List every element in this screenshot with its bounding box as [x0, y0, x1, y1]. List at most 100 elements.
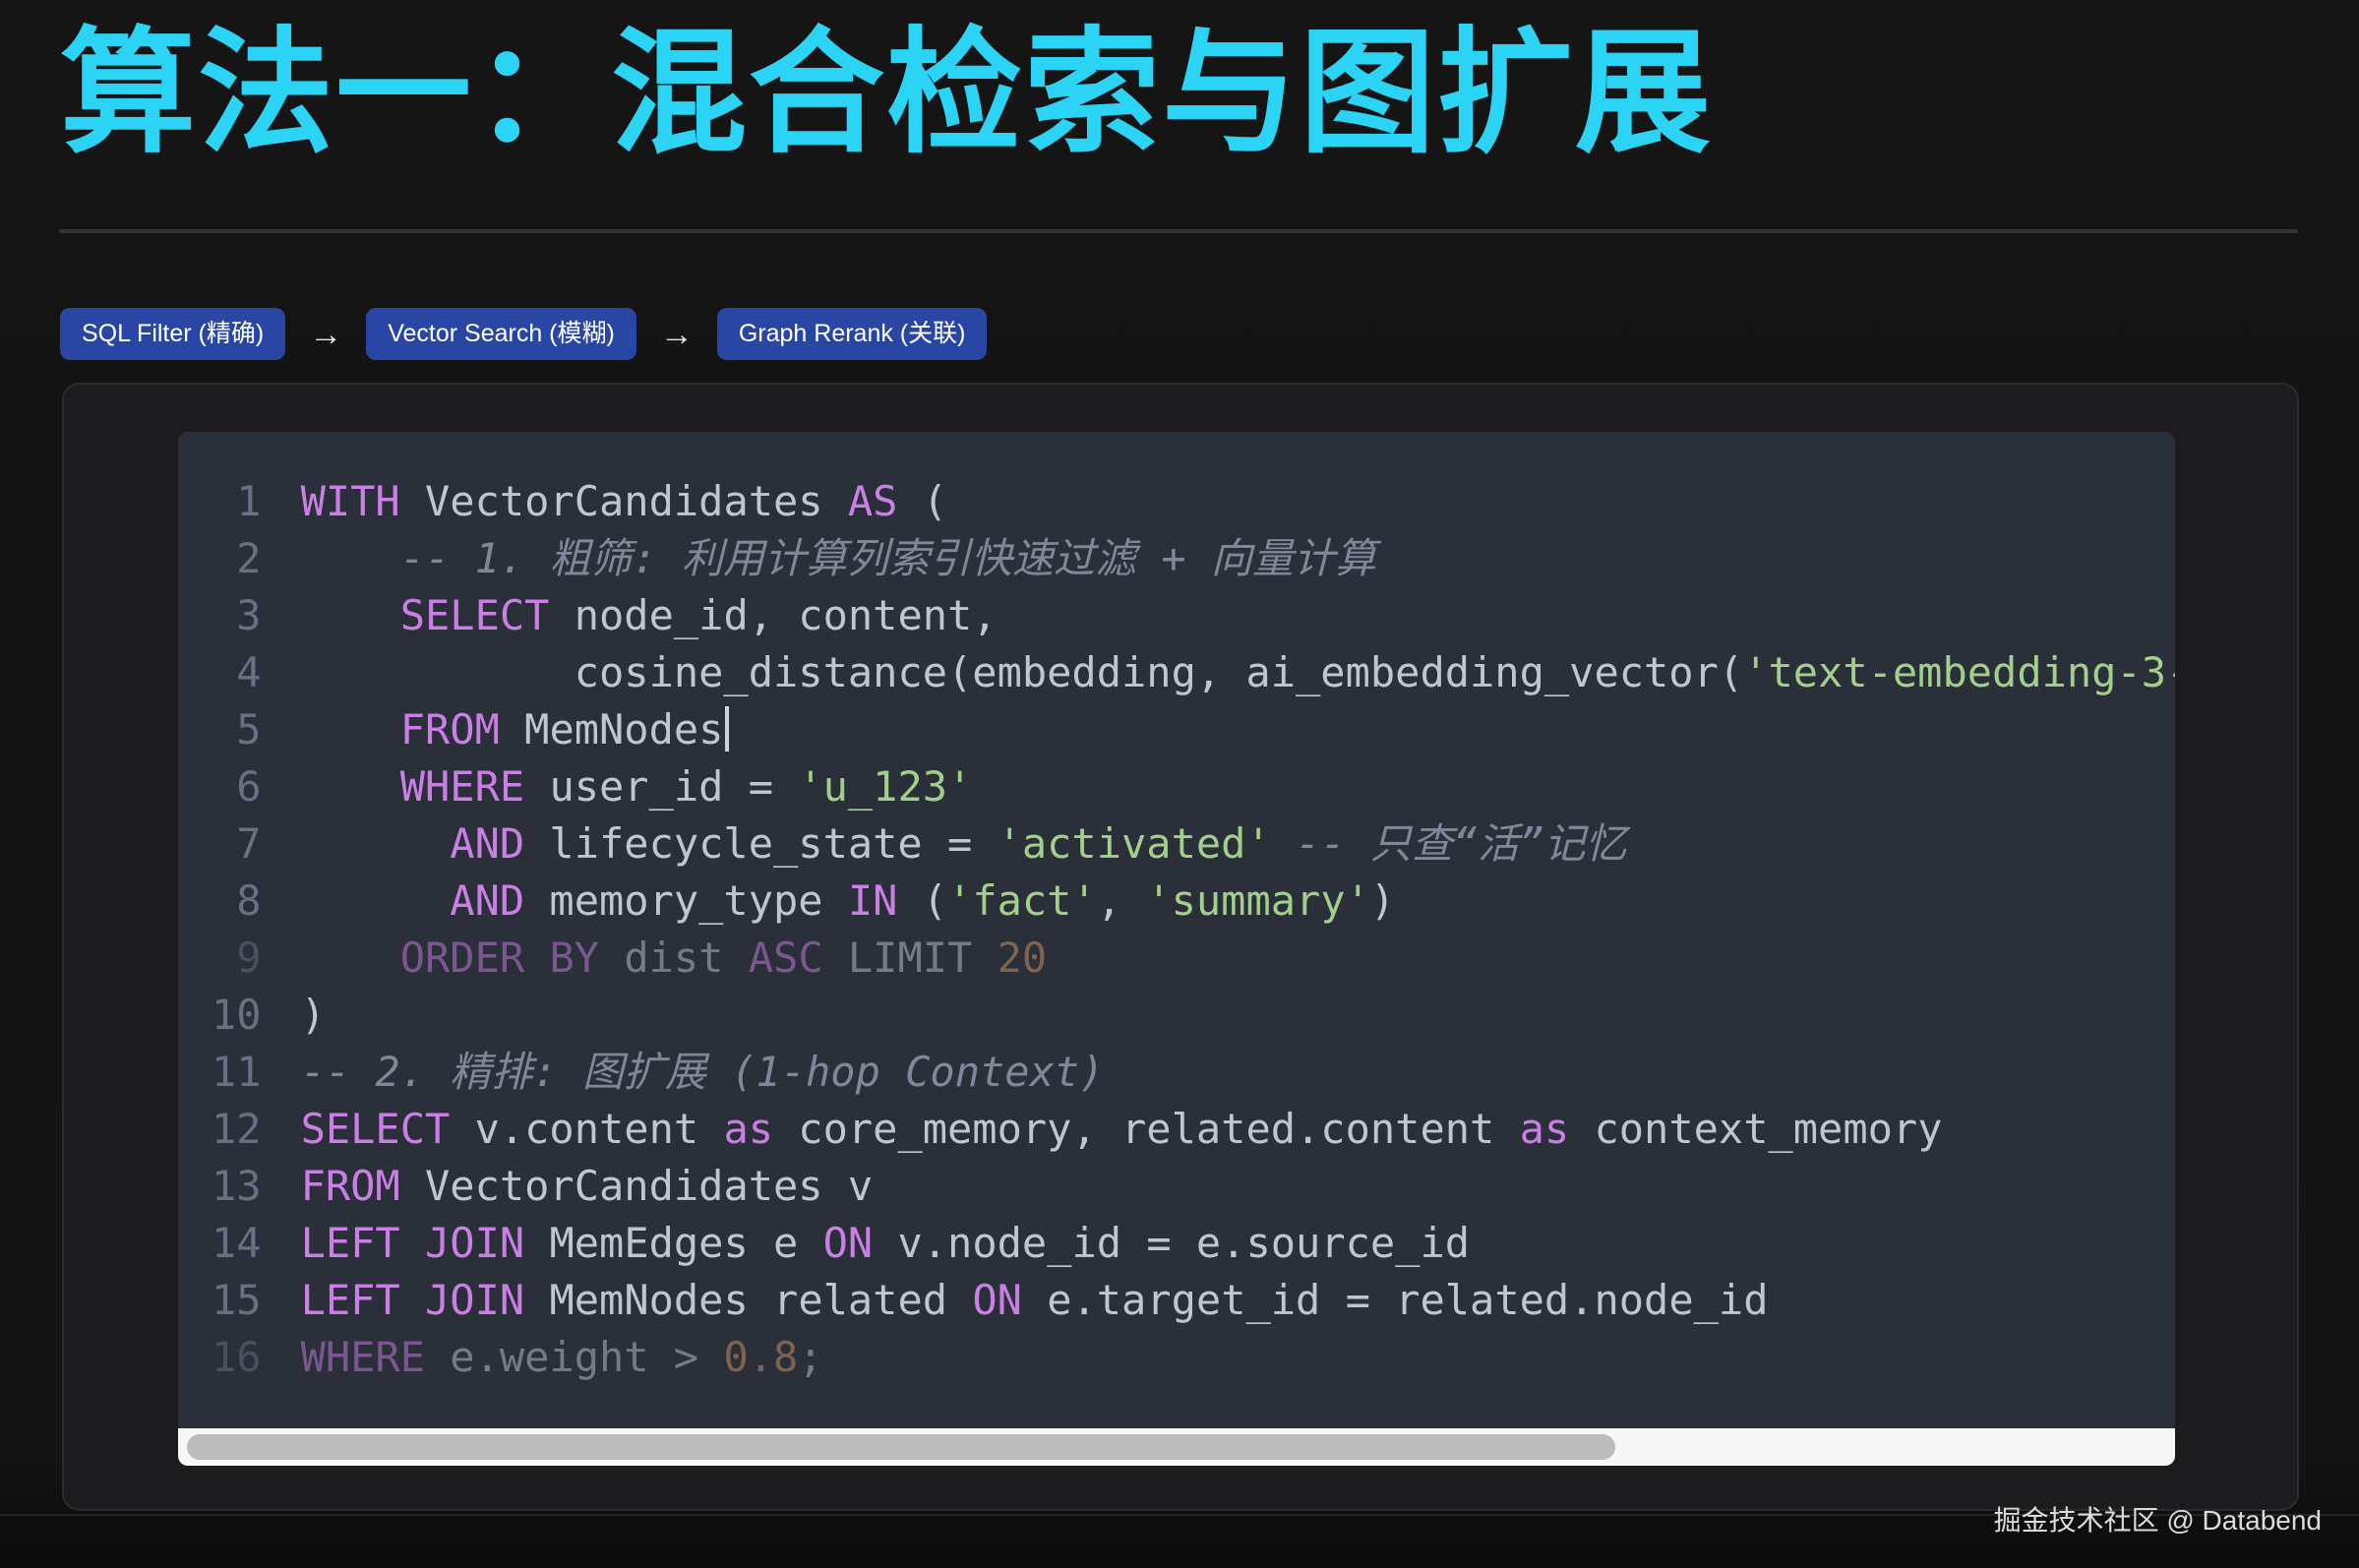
arrow-right-icon: →: [660, 318, 694, 351]
code-token: ;: [798, 1333, 822, 1381]
line-number: 9: [212, 930, 262, 987]
code-token: WITH: [301, 477, 400, 525]
code-token: FROM: [301, 1162, 400, 1210]
code-token: VectorCandidates v: [400, 1162, 873, 1210]
code-token: [301, 705, 400, 754]
code-token: AS: [848, 477, 898, 525]
code-token: user_id =: [524, 762, 798, 811]
line-number: 16: [212, 1329, 262, 1386]
code-token: -- 2. 精排: 图扩展 (1-hop Context): [301, 1048, 1105, 1096]
line-number: 6: [212, 758, 262, 815]
line-number: 8: [212, 873, 262, 930]
code-line: 4 cosine_distance(embedding, ai_embeddin…: [212, 644, 2175, 701]
code-line: 7 AND lifecycle_state = 'activated' -- 只…: [212, 815, 2175, 873]
code-token: MemNodes related: [524, 1276, 972, 1324]
code-token: (: [897, 477, 947, 525]
line-number: 3: [212, 587, 262, 644]
line-number: 2: [212, 530, 262, 587]
text-cursor: [725, 706, 729, 752]
code-token: v.node_id = e.source_id: [873, 1219, 1470, 1267]
pipeline-step: SQL Filter (精确): [60, 308, 285, 360]
code-token: WHERE: [400, 762, 524, 811]
code-line: 6 WHERE user_id = 'u_123': [212, 758, 2175, 815]
code-line: 1 WITH VectorCandidates AS (: [212, 473, 2175, 530]
code-token: FROM: [400, 705, 500, 754]
code-token: v.content: [450, 1105, 723, 1153]
code-token: -- 1. 粗筛: 利用计算列索引快速过滤 + 向量计算: [301, 534, 1376, 582]
code-line: 13 FROM VectorCandidates v: [212, 1158, 2175, 1215]
code-token: 'fact': [947, 876, 1097, 925]
code-token: BY: [549, 934, 599, 982]
code-token: JOIN: [425, 1219, 524, 1267]
title-divider: [59, 229, 2298, 233]
code-token: ): [1370, 876, 1395, 925]
code-token: 'activated': [998, 819, 1271, 868]
code-token: [1271, 819, 1296, 868]
code-token: VectorCandidates: [400, 477, 848, 525]
code-line: 16WHERE e.weight > 0.8;: [212, 1329, 2175, 1386]
code-token: 'summary': [1146, 876, 1370, 925]
code-token: SELECT: [301, 1105, 451, 1153]
code-token: WHERE: [301, 1333, 425, 1381]
line-number: 13: [212, 1158, 262, 1215]
code-token: memory_type: [524, 876, 848, 925]
code-token: e.target_id = related.node_id: [1022, 1276, 1769, 1324]
code-token: JOIN: [425, 1276, 524, 1324]
code-token: context_memory: [1569, 1105, 1942, 1153]
code-panel: 1 WITH VectorCandidates AS (2 -- 1. 粗筛: 利…: [62, 383, 2299, 1511]
line-number: 12: [212, 1101, 262, 1158]
slide: 算法一：混合检索与图扩展 SQL Filter (精确) → Vector Sear…: [0, 0, 2359, 1568]
pipeline-step: Graph Rerank (关联): [717, 308, 988, 360]
code-token: core_memory, related.content: [773, 1105, 1520, 1153]
code-token: AND: [450, 819, 524, 868]
line-number: 10: [212, 987, 262, 1044]
code-lines: 1 WITH VectorCandidates AS (2 -- 1. 粗筛: 利…: [178, 432, 2175, 1428]
code-token: LEFT: [301, 1219, 400, 1267]
code-token: cosine_distance(embedding, ai_embedding_…: [301, 648, 1744, 696]
code-token: ASC: [749, 934, 823, 982]
code-token: -- 只查“活”记忆: [1296, 819, 1626, 868]
code-token: [400, 1276, 425, 1324]
code-token: MemNodes: [500, 705, 724, 754]
code-token: ): [301, 991, 326, 1039]
code-token: LIMIT: [823, 934, 998, 982]
page-title: 算法一：混合检索与图扩展: [60, 18, 1713, 170]
pipeline-step: Vector Search (模糊): [366, 308, 636, 360]
code-token: [301, 591, 400, 639]
code-line: 9 ORDER BY dist ASC LIMIT 20: [212, 930, 2175, 987]
code-token: [524, 934, 549, 982]
horizontal-scrollbar[interactable]: [178, 1428, 2175, 1466]
code-token: [400, 1219, 425, 1267]
code-token: dist: [599, 934, 749, 982]
code-line: 3 SELECT node_id, content,: [212, 587, 2175, 644]
line-number: 1: [212, 473, 262, 530]
code-token: [301, 876, 451, 925]
line-number: 7: [212, 815, 262, 873]
code-token: 'text-embedding-3-s: [1743, 648, 2175, 696]
code-token: as: [723, 1105, 773, 1153]
line-number: 15: [212, 1272, 262, 1329]
code-token: 'u_123': [798, 762, 972, 811]
line-number: 11: [212, 1044, 262, 1101]
code-line: 11 -- 2. 精排: 图扩展 (1-hop Context): [212, 1044, 2175, 1101]
code-token: AND: [450, 876, 524, 925]
code-token: (: [897, 876, 947, 925]
scrollbar-thumb[interactable]: [187, 1434, 1615, 1460]
code-line: 15 LEFT JOIN MemNodes related ON e.target…: [212, 1272, 2175, 1329]
code-token: ON: [972, 1276, 1022, 1324]
code-token: ,: [1097, 876, 1147, 925]
code-line: 8 AND memory_type IN ('fact', 'summary'): [212, 873, 2175, 930]
code-token: 20: [998, 934, 1048, 982]
code-token: MemEdges e: [524, 1219, 822, 1267]
code-editor[interactable]: 1 WITH VectorCandidates AS (2 -- 1. 粗筛: 利…: [178, 432, 2175, 1466]
code-line: 14LEFT JOIN MemEdges e ON v.node_id = e.…: [212, 1215, 2175, 1272]
code-token: [301, 934, 400, 982]
code-token: SELECT: [400, 591, 550, 639]
code-token: ORDER: [400, 934, 524, 982]
code-token: [301, 819, 451, 868]
code-token: lifecycle_state =: [524, 819, 997, 868]
pipeline-row: SQL Filter (精确)→Vector Search (模糊)→Graph…: [60, 308, 987, 360]
code-token: node_id, content,: [549, 591, 997, 639]
code-token: LEFT: [301, 1276, 400, 1324]
code-token: IN: [848, 876, 898, 925]
